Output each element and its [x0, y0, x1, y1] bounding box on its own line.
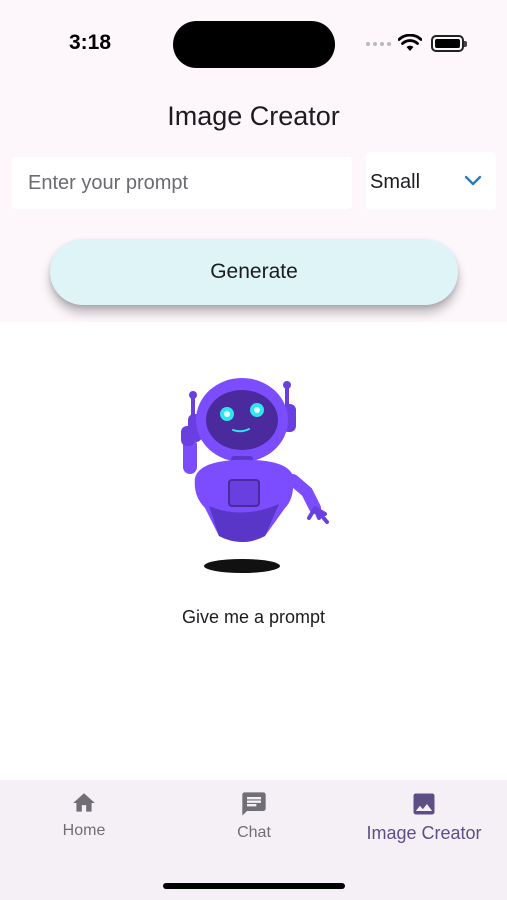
prompt-input[interactable] [12, 157, 352, 209]
page-title: Image Creator [167, 101, 340, 131]
generate-button[interactable]: Generate [50, 239, 458, 305]
cellular-signal-icon [366, 42, 391, 46]
nav-item-home[interactable]: Home [44, 790, 124, 840]
nav-item-label: Image Creator [366, 823, 482, 843]
home-indicator [163, 883, 345, 889]
nav-item-image-creator[interactable]: Image Creator [354, 790, 494, 844]
chat-icon [242, 792, 266, 816]
status-bar: 3:18 [0, 0, 507, 90]
home-icon [73, 793, 95, 812]
wifi-icon [398, 34, 422, 51]
status-time: 3:18 [69, 31, 112, 54]
robot-illustration [181, 378, 329, 573]
nav-item-label: Home [62, 822, 106, 839]
empty-state-message: Give me a prompt [181, 607, 326, 627]
battery-icon [431, 35, 467, 52]
dynamic-island [173, 21, 335, 68]
generate-button-label: Generate [210, 260, 298, 283]
size-dropdown-value: Small [370, 171, 421, 193]
image-icon [413, 793, 435, 815]
nav-item-chat[interactable]: Chat [214, 790, 294, 842]
nav-item-label: Chat [237, 824, 271, 841]
chevron-down-icon [464, 175, 482, 186]
size-dropdown[interactable]: Small [366, 152, 496, 210]
